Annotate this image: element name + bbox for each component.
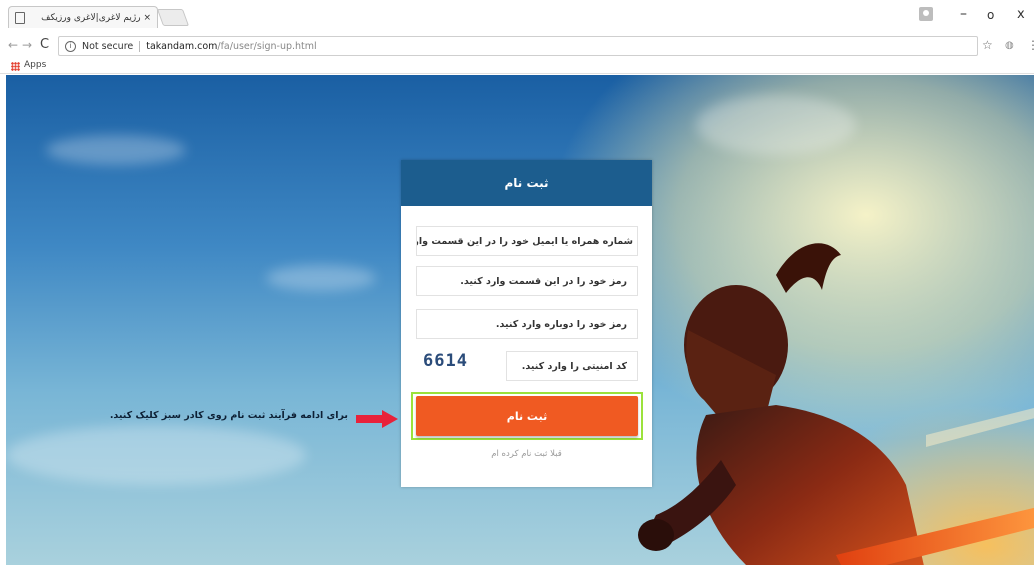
instruction-note: برای ادامه فرآیند ثبت نام روی کادر سبز ک… bbox=[109, 410, 348, 421]
info-icon[interactable]: i bbox=[65, 40, 76, 52]
cloud bbox=[6, 425, 306, 485]
runner-image bbox=[638, 243, 1034, 565]
mobile-or-email-input[interactable] bbox=[416, 226, 638, 256]
bookmark-star-icon[interactable]: ☆ bbox=[982, 38, 993, 52]
signup-card: ثبت نام 6614 ثبت نام قبلا ثبت نام کرده ا… bbox=[401, 160, 652, 487]
password-input[interactable] bbox=[416, 266, 638, 296]
signup-title: ثبت نام bbox=[401, 160, 652, 206]
url-host: takandam.com bbox=[146, 40, 218, 52]
browser-menu-icon[interactable]: ⋮ bbox=[1027, 38, 1034, 52]
profile-icon[interactable] bbox=[919, 7, 933, 21]
bookmarks-bar bbox=[0, 58, 1034, 74]
apps-bookmark[interactable]: Apps bbox=[24, 60, 46, 70]
password-repeat-input[interactable] bbox=[416, 309, 638, 339]
captcha-input[interactable] bbox=[506, 351, 638, 381]
back-button[interactable]: ← bbox=[8, 38, 18, 52]
maximize-button[interactable]: o bbox=[987, 8, 994, 22]
reload-button[interactable]: C bbox=[40, 37, 49, 52]
red-arrow-icon bbox=[356, 410, 398, 428]
signup-submit-button[interactable]: ثبت نام bbox=[416, 396, 638, 436]
browser-tab[interactable]: × رژیم لاغری|لاغری ورزیکف bbox=[8, 6, 158, 28]
browser-tab-bar: × رژیم لاغری|لاغری ورزیکف – o x bbox=[0, 0, 1034, 34]
cloud bbox=[46, 135, 186, 165]
captcha-code: 6614 bbox=[423, 351, 468, 371]
close-window-button[interactable]: x bbox=[1017, 7, 1025, 22]
minimize-button[interactable]: – bbox=[960, 6, 967, 22]
extension-icon[interactable]: ◍ bbox=[1005, 40, 1014, 51]
apps-grid-icon[interactable] bbox=[11, 62, 20, 71]
cloud bbox=[696, 95, 856, 155]
tab-title: × رژیم لاغری|لاغری ورزیکف bbox=[41, 12, 151, 23]
browser-toolbar: ← → C i Not secure takandam.com /fa/user… bbox=[0, 34, 1034, 58]
security-label: Not secure bbox=[82, 40, 134, 52]
forward-button[interactable]: → bbox=[22, 38, 32, 52]
address-bar[interactable]: i Not secure takandam.com /fa/user/sign-… bbox=[58, 36, 978, 56]
cloud bbox=[266, 265, 376, 291]
already-registered-link[interactable]: قبلا ثبت نام کرده ام bbox=[401, 449, 652, 459]
url-path: /fa/user/sign-up.html bbox=[217, 40, 317, 52]
page-icon bbox=[15, 11, 25, 24]
address-divider bbox=[139, 40, 141, 52]
new-tab-button[interactable] bbox=[156, 9, 190, 26]
